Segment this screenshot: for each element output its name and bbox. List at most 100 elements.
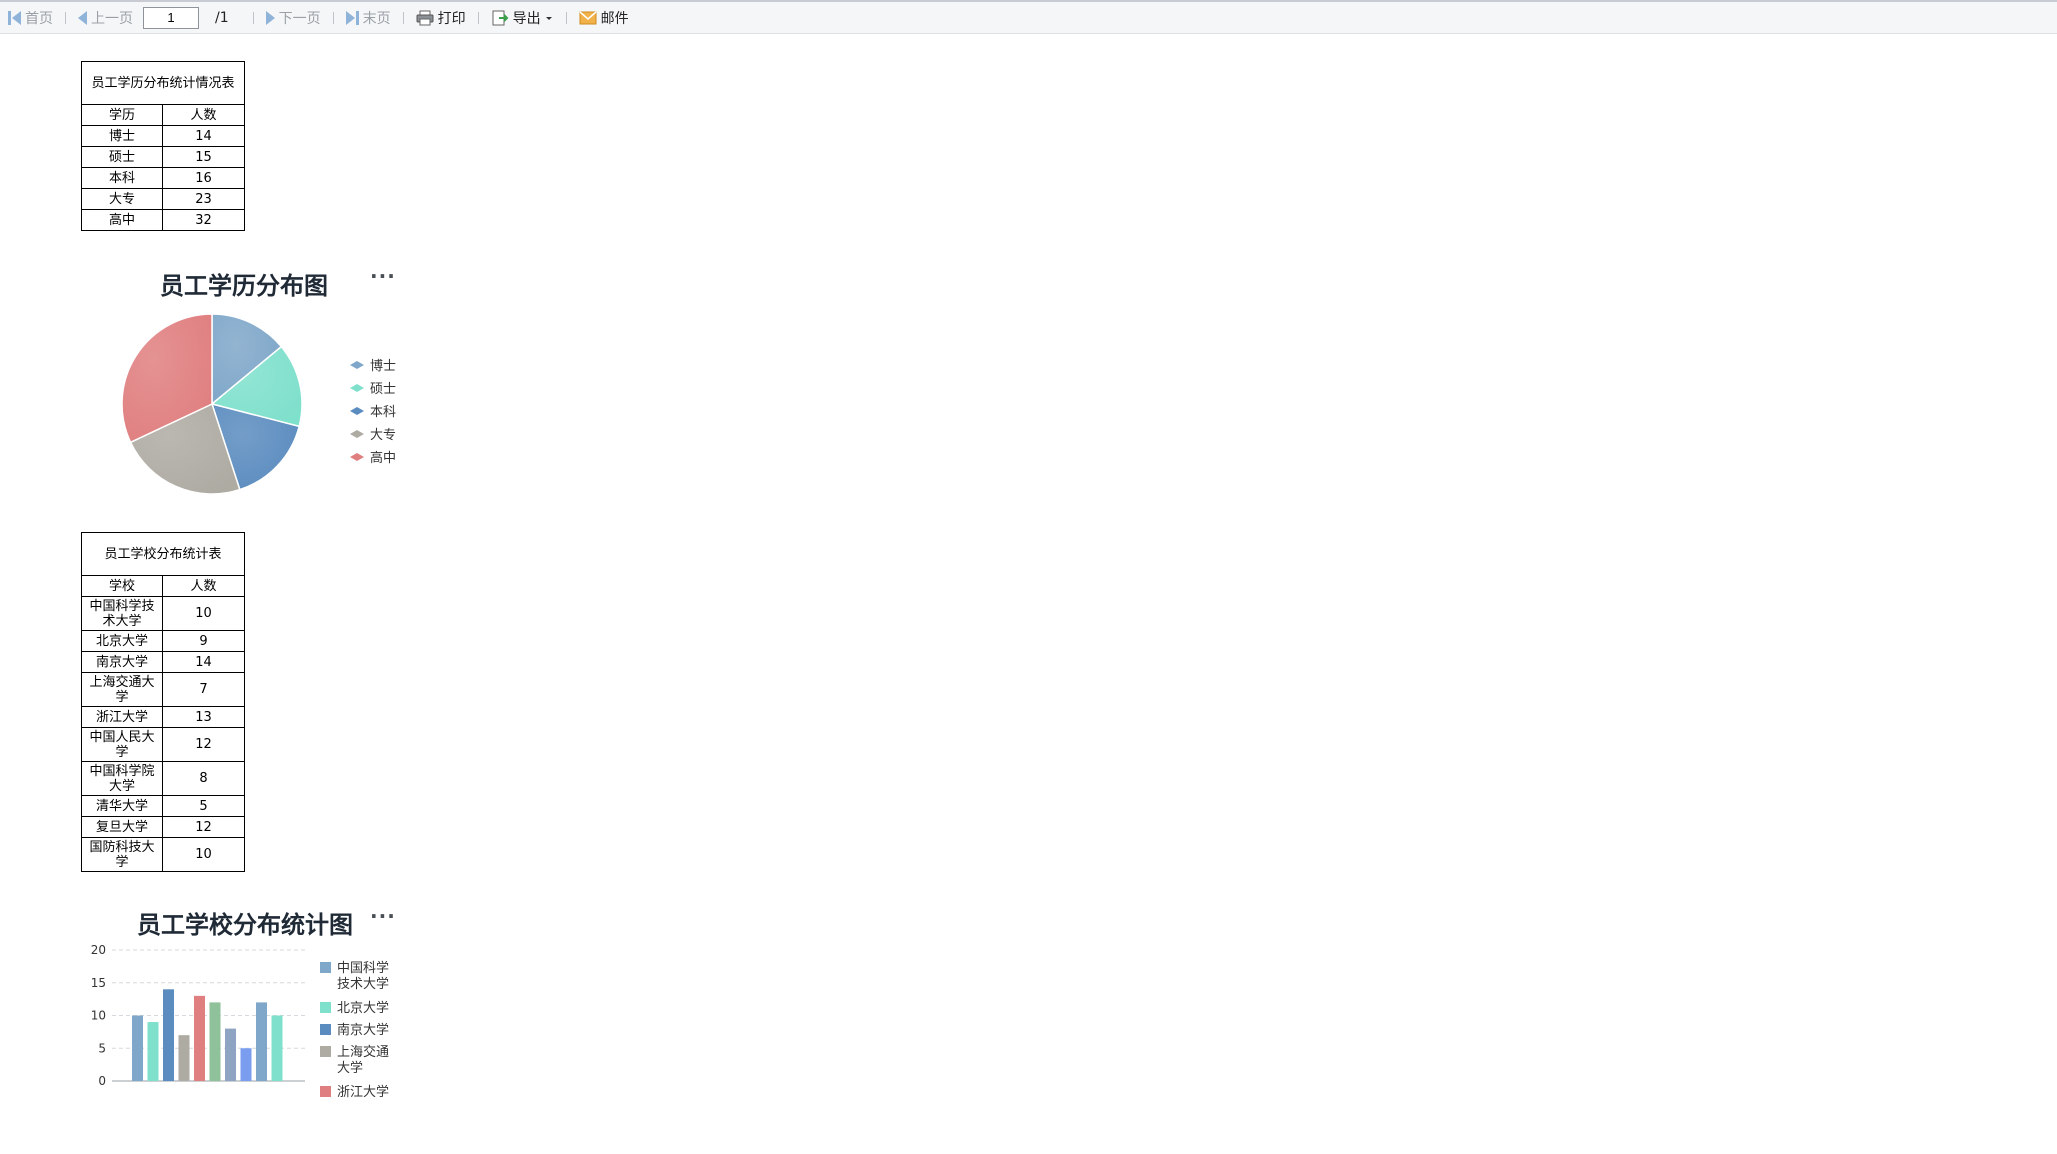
table-cell: 复旦大学 <box>81 816 163 838</box>
y-tick-label: 0 <box>98 1074 106 1088</box>
page-number-input[interactable] <box>143 6 199 29</box>
chevron-down-icon <box>545 16 552 20</box>
toolbar-divider <box>65 11 66 24</box>
table-row: 大专 23 <box>81 188 246 210</box>
y-tick-label: 10 <box>91 1009 106 1023</box>
table-row: 国防科技大学 10 <box>81 837 246 872</box>
legend-marker <box>350 430 364 438</box>
table-cell: 国防科技大学 <box>81 837 163 872</box>
table-cell: 10 <box>161 837 246 872</box>
table-cell: 12 <box>161 727 246 762</box>
next-page-icon <box>265 10 275 25</box>
bar[interactable] <box>147 1022 159 1081</box>
bar[interactable] <box>163 989 174 1081</box>
next-page-button[interactable]: 下一页 <box>262 6 325 30</box>
education-table-title: 员工学历分布统计情况表 <box>80 61 246 105</box>
mail-button[interactable]: 邮件 <box>575 6 633 30</box>
legend-marker <box>350 384 364 392</box>
table-cell: 15 <box>161 146 246 168</box>
school-table-title: 员工学校分布统计表 <box>80 532 246 576</box>
legend-marker <box>320 1046 331 1057</box>
legend-label[interactable]: 硕士 <box>370 382 396 397</box>
toolbar-divider <box>565 11 567 24</box>
table-cell: 北京大学 <box>81 630 163 652</box>
table-cell: 清华大学 <box>81 795 163 817</box>
table-cell: 5 <box>161 795 246 817</box>
first-page-button[interactable]: 首页 <box>4 6 57 30</box>
table-cell: 14 <box>161 125 246 147</box>
bar[interactable] <box>209 1002 221 1081</box>
legend-marker <box>350 407 364 415</box>
y-tick-label: 5 <box>98 1041 106 1055</box>
prev-page-icon <box>78 10 87 25</box>
legend-label[interactable]: 博士 <box>370 359 396 374</box>
legend-marker <box>320 1002 331 1013</box>
bar[interactable] <box>271 1015 283 1082</box>
education-table: 员工学历分布统计情况表 学历 人数 博士 14 硕士 15 本科 16 大专 23 高中… <box>80 61 246 231</box>
table-row: 北京大学 9 <box>81 630 246 652</box>
table-row: 中国科学院大学 8 <box>81 761 246 796</box>
toolbar-divider <box>332 11 334 24</box>
legend-marker <box>350 361 364 369</box>
legend-marker <box>320 1086 331 1097</box>
table-row: 清华大学 5 <box>81 795 246 817</box>
report-toolbar: 首页 上一页 /1 下一页 末页 打印 导出 <box>0 0 2057 34</box>
page-total: /1 <box>215 9 229 26</box>
table-header-cell: 学校 <box>81 575 163 597</box>
table-row: 高中 32 <box>81 209 246 231</box>
print-button[interactable]: 打印 <box>412 6 470 30</box>
table-row: 硕士 15 <box>81 146 246 168</box>
y-tick-label: 15 <box>91 976 106 990</box>
table-cell: 南京大学 <box>81 651 163 673</box>
bar[interactable] <box>225 1028 236 1081</box>
table-cell: 13 <box>161 706 246 728</box>
table-cell: 23 <box>161 188 246 210</box>
legend-marker <box>320 962 331 973</box>
table-row: 博士 14 <box>81 125 246 147</box>
table-cell: 8 <box>161 761 246 796</box>
school-table: 员工学校分布统计表 学校 人数 中国科学技术大学 10 北京大学 9 南京大学 14 … <box>80 532 246 872</box>
table-cell: 本科 <box>81 167 163 189</box>
table-cell: 9 <box>161 630 246 652</box>
table-cell: 硕士 <box>81 146 163 168</box>
bar[interactable] <box>132 1015 143 1082</box>
toolbar-divider <box>477 11 479 24</box>
table-row: 中国人民大学 12 <box>81 727 246 762</box>
table-header-cell: 学历 <box>81 104 163 126</box>
first-page-label: 首页 <box>25 10 53 27</box>
bar[interactable] <box>256 1002 267 1081</box>
table-cell: 中国人民大学 <box>81 727 163 762</box>
table-cell: 博士 <box>81 125 163 147</box>
table-cell: 大专 <box>81 188 163 210</box>
table-row: 中国科学技术大学 10 <box>81 596 246 631</box>
bar[interactable] <box>178 1035 190 1081</box>
last-page-icon <box>345 10 359 25</box>
table-cell: 10 <box>161 596 246 631</box>
more-dots-icon[interactable]: ··· <box>370 264 396 288</box>
legend-label[interactable]: 高中 <box>370 450 396 466</box>
bar[interactable] <box>240 1048 252 1081</box>
table-cell: 7 <box>161 672 246 707</box>
more-dots-icon[interactable]: ··· <box>370 904 396 928</box>
legend-label[interactable]: 大专 <box>370 428 396 443</box>
export-icon <box>492 10 509 25</box>
table-cell: 中国科学技术大学 <box>81 596 163 631</box>
table-row: 本科 16 <box>81 167 246 189</box>
bar[interactable] <box>194 995 205 1081</box>
table-row: 上海交通大学 7 <box>81 672 246 707</box>
legend-label[interactable]: 本科 <box>370 405 396 420</box>
last-page-button[interactable]: 末页 <box>342 6 395 30</box>
table-row: 复旦大学 12 <box>81 816 246 838</box>
legend-label[interactable]: 浙江大学 <box>337 1084 389 1100</box>
legend-label[interactable]: 南京大学 <box>337 1022 389 1038</box>
table-header-cell: 人数 <box>161 104 246 126</box>
last-page-label: 末页 <box>362 10 391 27</box>
legend-label[interactable]: 上海交通大学 <box>337 1044 389 1076</box>
export-button[interactable]: 导出 <box>487 6 558 30</box>
table-row: 浙江大学 13 <box>81 706 246 728</box>
education-pie-chart: 博士硕士本科大专高中 <box>121 313 396 495</box>
legend-label[interactable]: 中国科学技术大学 <box>337 960 389 992</box>
legend-label[interactable]: 北京大学 <box>337 1000 389 1016</box>
prev-page-label: 上一页 <box>91 10 133 27</box>
prev-page-button[interactable]: 上一页 <box>74 6 137 30</box>
